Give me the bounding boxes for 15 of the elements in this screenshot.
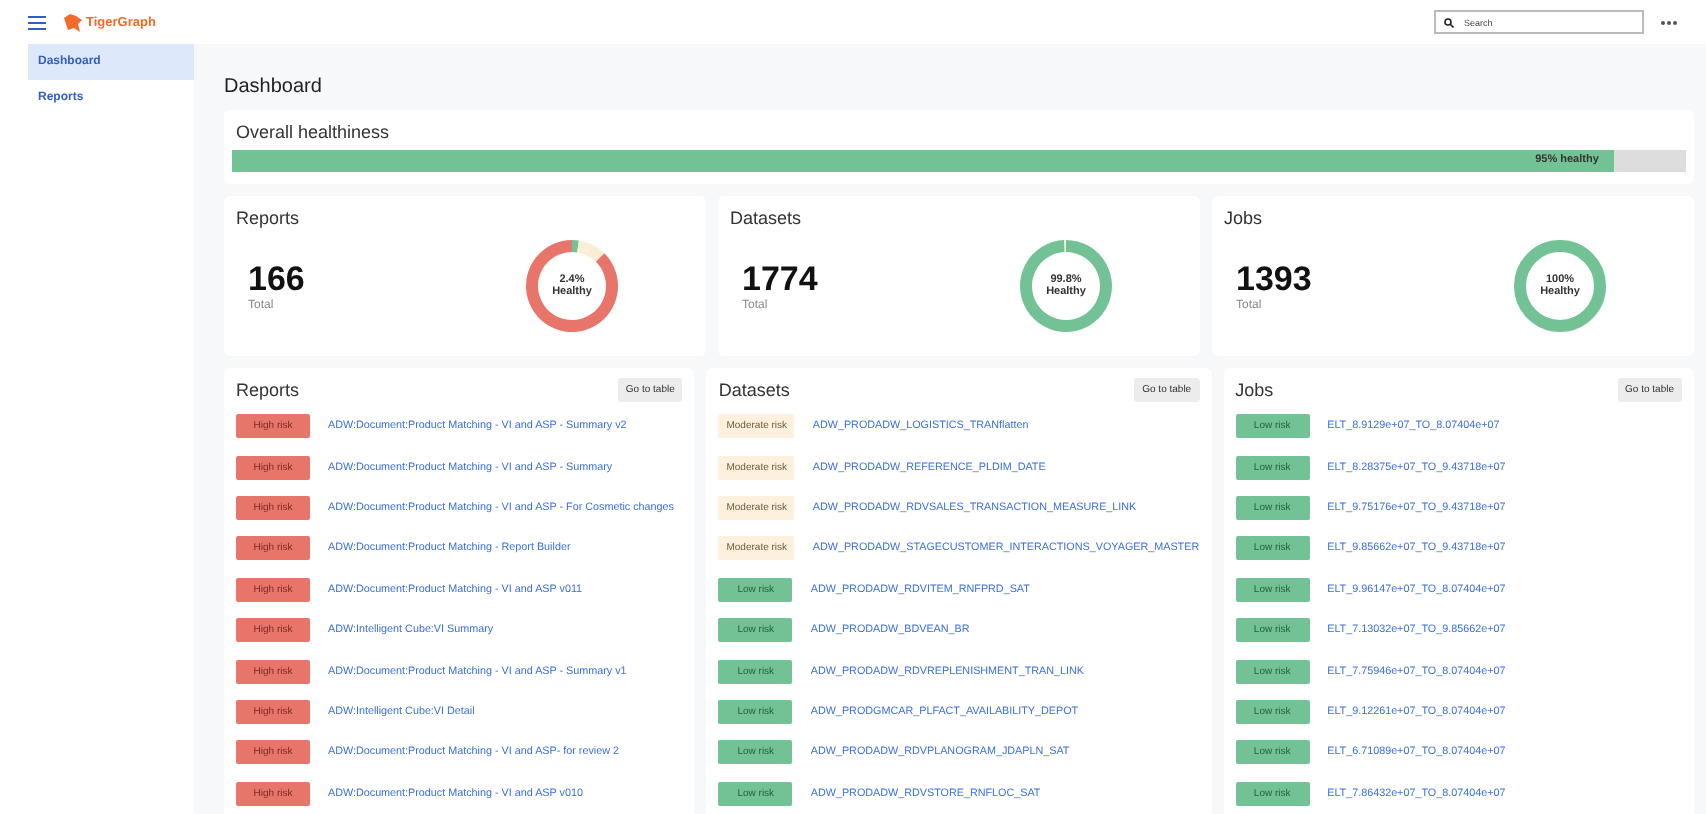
search-icon — [1444, 17, 1454, 27]
card-title: Reports — [236, 208, 302, 228]
card-title: Reports — [236, 380, 300, 400]
card-title: Jobs — [1224, 208, 1265, 228]
total-count: 1393 — [1236, 260, 1312, 299]
total-count: 166 — [248, 260, 305, 299]
menu-icon[interactable] — [28, 15, 46, 29]
donut-ring — [1514, 240, 1606, 332]
page-title: Dashboard — [224, 76, 324, 98]
card-title: Datasets — [718, 380, 790, 400]
more-icon[interactable] — [1660, 19, 1678, 25]
card-title: Datasets — [730, 208, 804, 228]
card-title: Jobs — [1235, 380, 1274, 400]
card-title: Overall healthiness — [234, 122, 392, 142]
total-count: 1774 — [742, 260, 818, 299]
